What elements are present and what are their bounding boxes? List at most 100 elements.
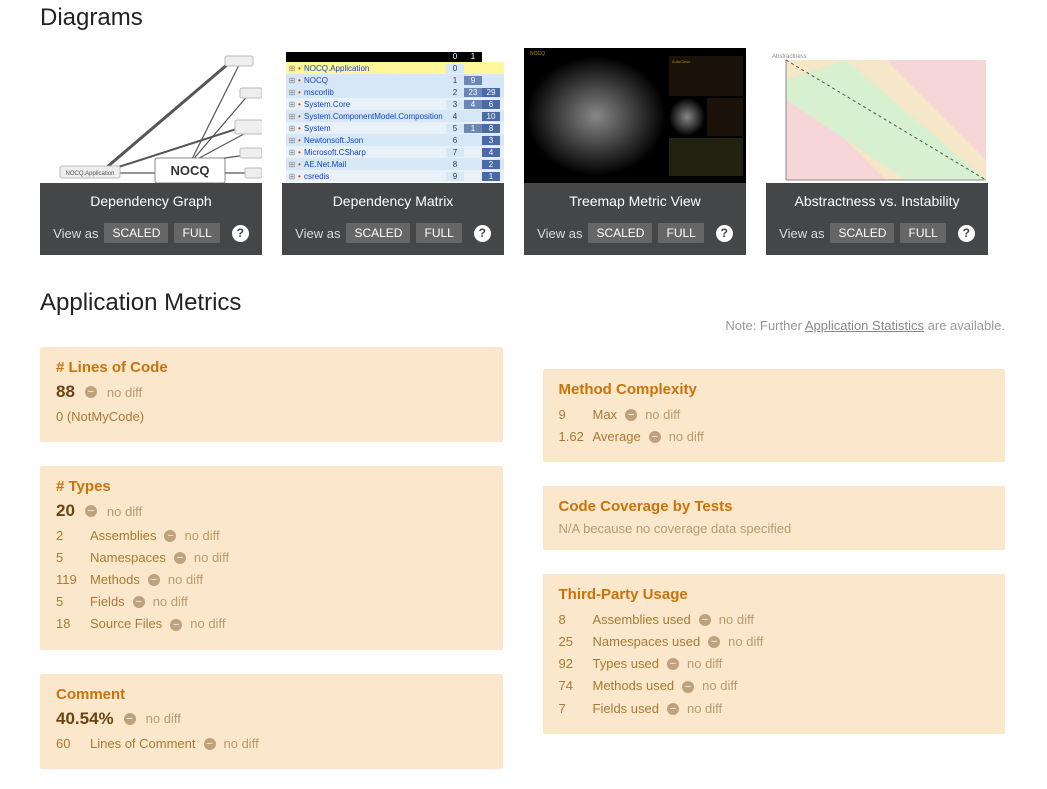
- metric-row-label: Namespaces: [90, 547, 166, 569]
- matrix-item-name: NOCQ.Application: [304, 64, 446, 73]
- metric-row: 7 Fields used–no diff: [559, 698, 990, 720]
- diff-icon: –: [699, 614, 711, 626]
- scaled-button[interactable]: SCALED: [104, 223, 168, 243]
- help-icon[interactable]: ?: [474, 225, 491, 242]
- matrix-row: ⊞•System.ComponentModel.Composition410: [286, 110, 504, 122]
- svg-text:Abstractness: Abstractness: [772, 54, 807, 60]
- diagram-title: Dependency Matrix: [290, 193, 496, 209]
- metric-row-num: 2: [56, 525, 82, 547]
- diff-text: no diff: [194, 547, 229, 569]
- diff-text: no diff: [153, 591, 188, 613]
- diff-icon: –: [708, 636, 720, 648]
- diagram-card-dependency-graph: NOCQ NOCQ.Application Dependency Graph V…: [40, 48, 262, 255]
- matrix-row: ⊞•System.Core346: [286, 98, 504, 110]
- metric-row-label: Average: [593, 426, 641, 448]
- metric-row-num: 7: [559, 698, 585, 720]
- matrix-row: ⊞•NOCQ19: [286, 74, 504, 86]
- abstractness-thumb[interactable]: Abstractness: [766, 48, 988, 183]
- matrix-row: ⊞•csredis91: [286, 170, 504, 182]
- metric-row-label: Assemblies: [90, 525, 156, 547]
- metric-complexity: Method Complexity 9Max–no diff1.62 Averag…: [543, 369, 1006, 462]
- matrix-item-name: mscorlib: [304, 88, 446, 97]
- scaled-button[interactable]: SCALED: [346, 223, 410, 243]
- metric-row: 9Max–no diff: [559, 404, 990, 426]
- diagram-title: Abstractness vs. Instability: [774, 193, 980, 209]
- diagram-title: Treemap Metric View: [532, 193, 738, 209]
- metric-types: # Types 20 – no diff 2Assemblies–no diff…: [40, 466, 503, 649]
- full-button[interactable]: FULL: [900, 223, 945, 243]
- metric-row: 8Assemblies used–no diff: [559, 609, 990, 631]
- metric-row: 5 Fields–no diff: [56, 591, 487, 613]
- diagram-card-dependency-matrix: 0 1 ⊞•NOCQ.Application0⊞•NOCQ19⊞•mscorli…: [282, 48, 504, 255]
- matrix-row: ⊞•Newtonsoft.Json63: [286, 134, 504, 146]
- metric-row: 60Lines of Comment–no diff: [56, 733, 487, 755]
- metric-title: Third-Party Usage: [559, 586, 990, 603]
- diff-text: no diff: [107, 504, 142, 519]
- matrix-item-name: System.ComponentModel.Composition: [304, 112, 446, 121]
- dependency-matrix-thumb[interactable]: 0 1 ⊞•NOCQ.Application0⊞•NOCQ19⊞•mscorli…: [282, 48, 504, 183]
- metric-row-label: Types used: [593, 653, 660, 675]
- diff-icon: –: [174, 552, 186, 564]
- view-as-label: View as: [537, 226, 582, 241]
- metrics-col-left: # Lines of Code 88 – no diff 0 (NotMyCod…: [40, 347, 503, 769]
- diff-icon: –: [667, 703, 679, 715]
- help-icon[interactable]: ?: [716, 225, 733, 242]
- help-icon[interactable]: ?: [232, 225, 249, 242]
- matrix-item-name: System.Core: [304, 100, 446, 109]
- metric-row-num: 5: [56, 591, 82, 613]
- matrix-row: ⊞•NOCQ.Application0: [286, 62, 504, 74]
- metric-row-num: 1.62: [559, 426, 585, 448]
- metric-coverage: Code Coverage by Tests N/A because no co…: [543, 486, 1006, 550]
- matrix-item-name: System: [304, 124, 446, 133]
- app-statistics-link[interactable]: Application Statistics: [805, 318, 924, 333]
- metric-title: Method Complexity: [559, 381, 990, 398]
- metric-row-label: Fields: [90, 591, 125, 613]
- metric-row: 2Assemblies–no diff: [56, 525, 487, 547]
- metric-row-num: 8: [559, 609, 585, 631]
- metric-row: 1.62Average–no diff: [559, 426, 990, 448]
- diff-text: no diff: [146, 711, 181, 726]
- matrix-item-name: csredis: [304, 172, 446, 181]
- scaled-button[interactable]: SCALED: [588, 223, 652, 243]
- full-button[interactable]: FULL: [174, 223, 219, 243]
- matrix-item-name: NOCQ: [304, 76, 446, 85]
- matrix-item-name: Microsoft.CSharp: [304, 148, 446, 157]
- metric-row: 18Source Files–no diff: [56, 613, 487, 635]
- metric-row: 5Namespaces–no diff: [56, 547, 487, 569]
- help-icon[interactable]: ?: [958, 225, 975, 242]
- diagrams-row: NOCQ NOCQ.Application Dependency Graph V…: [40, 48, 1047, 255]
- scaled-button[interactable]: SCALED: [830, 223, 894, 243]
- treemap-thumb[interactable]: NOCQ AutoClose: [524, 48, 746, 183]
- metric-value: 20: [56, 501, 75, 521]
- diff-text: no diff: [687, 698, 722, 720]
- metric-title: # Lines of Code: [56, 359, 487, 376]
- svg-text:NOCQ: NOCQ: [171, 163, 210, 178]
- matrix-row: ⊞•System518: [286, 122, 504, 134]
- matrix-row: ⊞•mscorlib22329: [286, 86, 504, 98]
- metric-title: Comment: [56, 686, 487, 703]
- view-as-label: View as: [779, 226, 824, 241]
- diff-text: no diff: [687, 653, 722, 675]
- metric-row-label: Fields used: [593, 698, 659, 720]
- svg-text:NOCQ.Application: NOCQ.Application: [65, 171, 114, 177]
- matrix-row: ⊞•Microsoft.CSharp74: [286, 146, 504, 158]
- full-button[interactable]: FULL: [658, 223, 703, 243]
- metric-row-label: Lines of Comment: [90, 733, 196, 755]
- diff-icon: –: [133, 596, 145, 608]
- metric-row-num: 9: [559, 404, 585, 426]
- diff-text: no diff: [224, 733, 259, 755]
- metric-row: 74Methods used–no diff: [559, 675, 990, 697]
- note-suffix: are available.: [924, 318, 1005, 333]
- diff-icon: –: [170, 619, 182, 631]
- diff-icon: –: [625, 409, 637, 421]
- full-button[interactable]: FULL: [416, 223, 461, 243]
- metric-row-label: Assemblies used: [593, 609, 691, 631]
- metric-title: # Types: [56, 478, 487, 495]
- metric-row: 119Methods–no diff: [56, 569, 487, 591]
- diff-icon: –: [649, 431, 661, 443]
- metric-row-num: 119: [56, 569, 82, 591]
- metric-row-label: Namespaces used: [593, 631, 701, 653]
- metric-title: Code Coverage by Tests: [559, 498, 990, 515]
- dependency-graph-thumb[interactable]: NOCQ NOCQ.Application: [40, 48, 262, 183]
- diff-text: no diff: [107, 385, 142, 400]
